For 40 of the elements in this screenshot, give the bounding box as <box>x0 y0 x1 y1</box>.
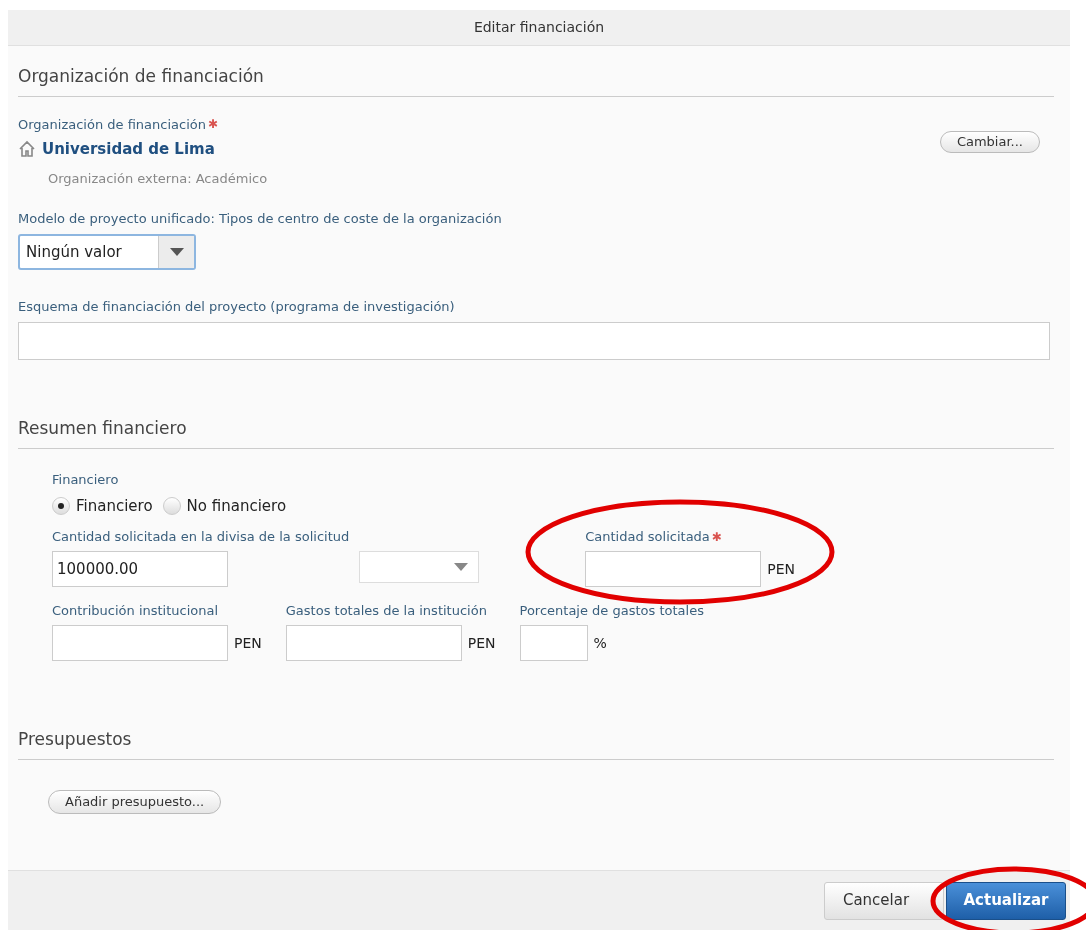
radio-label[interactable]: Financiero <box>76 494 153 517</box>
field-label: Gastos totales de la institución <box>285 602 487 621</box>
required-icon: ✱ <box>208 115 219 134</box>
unit-label: % <box>593 633 607 653</box>
field-label: Porcentaje de gastos totales <box>519 602 704 621</box>
add-budget-button[interactable]: Añadir presupuesto... <box>48 789 222 814</box>
field-label: Cantidad solicitada <box>585 528 710 547</box>
unit-label: PEN <box>767 559 795 579</box>
house-icon <box>18 140 36 159</box>
field-label: Financiero <box>52 471 119 487</box>
field-label: Cantidad solicitada en la divisa de la solicitud <box>52 528 350 547</box>
unit-label: PEN <box>234 633 262 653</box>
dialog-title: Editar financiación <box>473 18 605 37</box>
field-label: Contribución institucional <box>52 602 219 621</box>
amount-input-field[interactable] <box>285 625 462 661</box>
section-heading: Resumen financiero <box>18 418 187 438</box>
section-heading: Presupuestos <box>18 729 132 749</box>
field-label: Modelo de proyecto unificado: Tipos de centro de coste de la organización <box>18 211 502 226</box>
model-dropdown[interactable]: Ningún valor <box>18 234 196 270</box>
field-label: Esquema de financiación del proyecto (programa de investigación) <box>18 299 455 314</box>
radio-button[interactable] <box>162 496 181 515</box>
caret-icon <box>454 563 469 571</box>
update-button[interactable]: Actualizar <box>946 881 1066 920</box>
amount-input-field[interactable]: 100000.00 <box>52 551 228 587</box>
change-button[interactable]: Cambiar... <box>939 130 1040 153</box>
radio-button[interactable] <box>52 496 70 515</box>
amount-input-field[interactable] <box>519 625 588 661</box>
currency-dropdown[interactable] <box>359 551 480 583</box>
caret-icon <box>169 248 184 256</box>
required-icon: ✱ <box>711 528 722 546</box>
cancel-button[interactable]: Cancelar <box>824 881 944 920</box>
unit-label: PEN <box>467 633 496 653</box>
amount-input-field[interactable] <box>52 625 228 661</box>
scheme-input-field[interactable] <box>18 322 1050 360</box>
section-heading: Organización de financiación <box>18 66 264 86</box>
amount-input-field[interactable] <box>585 551 762 587</box>
radio-label[interactable]: No financiero <box>186 494 287 517</box>
field-label: Organización de financiación <box>18 115 206 134</box>
organization-link[interactable]: Universidad de Lima <box>42 138 215 161</box>
organization-detail: Organización externa: Académico <box>48 169 268 188</box>
